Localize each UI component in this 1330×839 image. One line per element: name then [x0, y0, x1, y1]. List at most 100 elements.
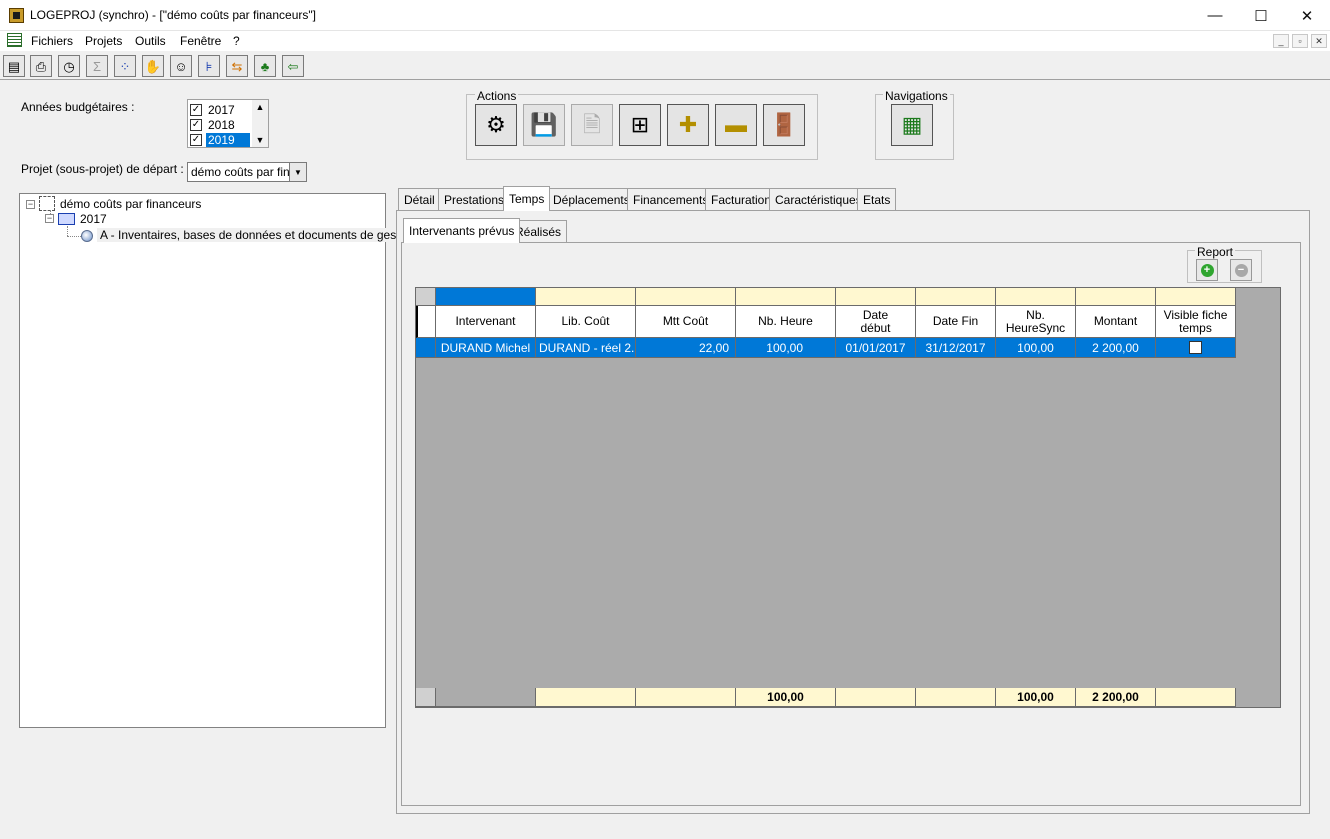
- report-title: Report: [1195, 245, 1236, 259]
- tab-prestations[interactable]: Prestations: [438, 188, 511, 210]
- visible-checkbox[interactable]: [1189, 341, 1202, 354]
- col-header-mtt-cout[interactable]: Mtt Coût: [636, 306, 736, 338]
- cell-intervenant[interactable]: DURAND Michel: [436, 338, 536, 358]
- menu-fenetre[interactable]: Fenêtre: [180, 34, 221, 48]
- cell-visible-fiche-temps[interactable]: [1156, 338, 1236, 358]
- globe-icon: [81, 230, 93, 242]
- scroll-down-icon[interactable]: ▼: [256, 135, 265, 145]
- cell-lib-cout[interactable]: DURAND - réel 2...: [536, 338, 636, 358]
- exit-door-icon[interactable]: 🚪: [763, 104, 805, 146]
- col-header-intervenant[interactable]: Intervenant: [436, 306, 536, 338]
- tab-etats[interactable]: Etats: [857, 188, 897, 210]
- row-header-corner: [416, 306, 436, 338]
- filter-cell[interactable]: [436, 288, 536, 306]
- report-add-button[interactable]: +: [1196, 259, 1218, 281]
- filter-cell[interactable]: [1076, 288, 1156, 306]
- tab-detail[interactable]: Détail: [398, 188, 441, 210]
- remove-icon: −: [1234, 263, 1248, 277]
- years-label: Années budgétaires :: [21, 100, 135, 114]
- scroll-up-icon[interactable]: ▲: [256, 102, 265, 112]
- save-icon[interactable]: 💾: [523, 104, 565, 146]
- computer-settings-icon[interactable]: ⚙: [475, 104, 517, 146]
- minimize-button[interactable]: —: [1192, 0, 1238, 31]
- table-icon[interactable]: ▦: [891, 104, 933, 146]
- intervenants-grid[interactable]: Intervenant Lib. Coût Mtt Coût Nb. Heure…: [415, 287, 1281, 708]
- total-cell: [916, 688, 996, 707]
- tree-item-year[interactable]: 2017: [80, 212, 107, 226]
- tree-item-root[interactable]: démo coûts par financeurs: [60, 197, 201, 211]
- col-header-nb-heure[interactable]: Nb. Heure: [736, 306, 836, 338]
- tree-collapse-icon[interactable]: −: [45, 214, 54, 223]
- cell-date-fin[interactable]: 31/12/2017: [916, 338, 996, 358]
- navigations-title: Navigations: [883, 89, 950, 103]
- network-icon[interactable]: ⁘: [114, 55, 136, 77]
- menu-help[interactable]: ?: [233, 34, 240, 48]
- add-row-icon[interactable]: ✚: [667, 104, 709, 146]
- money-bag-icon[interactable]: ♣: [254, 55, 276, 77]
- filter-cell[interactable]: [536, 288, 636, 306]
- filter-cell[interactable]: [736, 288, 836, 306]
- row-selector[interactable]: [416, 338, 436, 358]
- tab-caracteristiques[interactable]: Caractéristiques: [769, 188, 868, 210]
- arrows-icon[interactable]: ⇆: [226, 55, 248, 77]
- remove-row-icon[interactable]: ▬: [715, 104, 757, 146]
- filter-cell[interactable]: [1156, 288, 1236, 306]
- year-item-2018[interactable]: ✓ 2018: [190, 117, 252, 132]
- cell-mtt-cout[interactable]: 22,00: [636, 338, 736, 358]
- handshake-icon[interactable]: ✋: [142, 55, 164, 77]
- year-item-2019[interactable]: ✓ 2019: [190, 132, 252, 147]
- filter-cell[interactable]: [916, 288, 996, 306]
- person-icon[interactable]: ☺: [170, 55, 192, 77]
- col-header-nb-heuresync[interactable]: Nb. HeureSync: [996, 306, 1076, 338]
- tab-temps[interactable]: Temps: [503, 186, 551, 211]
- cell-nb-heuresync[interactable]: 100,00: [996, 338, 1076, 358]
- report-remove-button[interactable]: −: [1230, 259, 1252, 281]
- col-header-date-fin[interactable]: Date Fin: [916, 306, 996, 338]
- exit-door-icon[interactable]: ⇦: [282, 55, 304, 77]
- year-checkbox[interactable]: ✓: [190, 133, 202, 146]
- printer-icon[interactable]: ⎙: [30, 55, 52, 77]
- spreadsheet-icon[interactable]: 🗎: [571, 104, 613, 146]
- menu-fichiers[interactable]: Fichiers: [31, 34, 73, 48]
- col-header-visible-fiche-temps[interactable]: Visible fiche temps: [1156, 306, 1236, 338]
- mdi-restore-button[interactable]: ▫: [1292, 34, 1308, 48]
- year-item-2017[interactable]: ✓ 2017: [190, 102, 252, 117]
- cell-nb-heure[interactable]: 100,00: [736, 338, 836, 358]
- hierarchy-icon[interactable]: ⊧: [198, 55, 220, 77]
- years-scrollbar[interactable]: ▲ ▼: [252, 100, 268, 147]
- chevron-down-icon[interactable]: ▼: [289, 163, 306, 181]
- close-button[interactable]: ✕: [1284, 0, 1330, 31]
- year-checkbox[interactable]: ✓: [190, 103, 202, 116]
- filter-cell[interactable]: [636, 288, 736, 306]
- project-tree[interactable]: − démo coûts par financeurs − 2017 A - I…: [19, 193, 419, 728]
- year-label: 2018: [208, 117, 235, 132]
- col-header-date-debut[interactable]: Date début: [836, 306, 916, 338]
- mdi-minimize-button[interactable]: _: [1273, 34, 1289, 48]
- mdi-window-icon[interactable]: [7, 33, 22, 47]
- menu-projets[interactable]: Projets: [85, 34, 122, 48]
- total-cell: [636, 688, 736, 707]
- cell-date-debut[interactable]: 01/01/2017: [836, 338, 916, 358]
- years-checklist[interactable]: ✓ 2017 ✓ 2018 ✓ 2019 ▲ ▼: [187, 99, 269, 148]
- tab-deplacements[interactable]: Déplacements: [547, 188, 636, 210]
- menu-outils[interactable]: Outils: [135, 34, 166, 48]
- tree-item-leaf[interactable]: A - Inventaires, bases de données et doc…: [97, 228, 419, 242]
- cell-montant[interactable]: 2 200,00: [1076, 338, 1156, 358]
- table-icon[interactable]: ▤: [3, 55, 25, 77]
- tab-facturation[interactable]: Facturation: [705, 188, 778, 210]
- sum-icon[interactable]: Σ: [86, 55, 108, 77]
- tab-financements[interactable]: Financements: [627, 188, 715, 210]
- year-checkbox[interactable]: ✓: [190, 118, 202, 131]
- filter-cell[interactable]: [996, 288, 1076, 306]
- window-edit-icon[interactable]: ⊞: [619, 104, 661, 146]
- maximize-button[interactable]: ☐: [1238, 0, 1284, 31]
- clock-icon[interactable]: ◷: [58, 55, 80, 77]
- tab-intervenants-prevus[interactable]: Intervenants prévus: [403, 218, 521, 243]
- filter-cell[interactable]: [836, 288, 916, 306]
- totals-row-header: [416, 688, 436, 707]
- col-header-lib-cout[interactable]: Lib. Coût: [536, 306, 636, 338]
- tree-collapse-icon[interactable]: −: [26, 200, 35, 209]
- year-label: 2019: [206, 132, 250, 147]
- mdi-close-button[interactable]: ✕: [1311, 34, 1327, 48]
- col-header-montant[interactable]: Montant: [1076, 306, 1156, 338]
